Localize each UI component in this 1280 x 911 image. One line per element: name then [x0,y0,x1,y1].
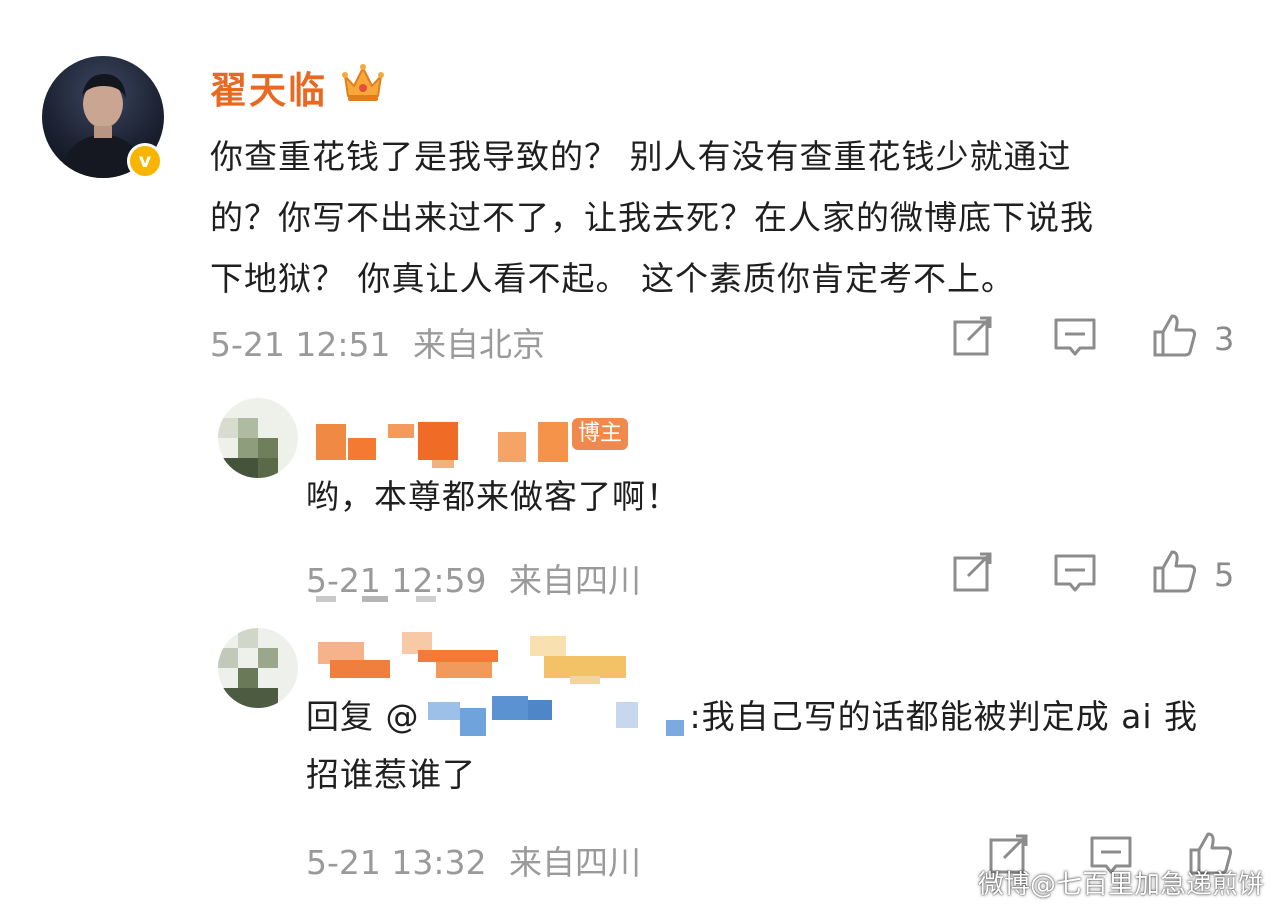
watermark: 微博@七百里加急递煎饼 [977,870,1264,900]
username[interactable]: 翟天临 [210,60,327,114]
reply-meta: 5-21 13:32 来自四川 [306,836,641,884]
comment-source: 来自北京 [413,325,545,364]
comment-meta: 5-21 12:51 来自北京 [210,318,545,366]
reply-line: 招谁惹谁了 [306,755,476,794]
reply-meta: 5-21 12:59 来自四川 [306,554,641,602]
comment-line: 下地狱？ 你真让人看不起。 这个素质你肯定考不上。 [210,259,1015,298]
pixelated-username [316,422,568,468]
like-count: 5 [1214,556,1235,594]
like-icon[interactable] [1152,548,1198,594]
pixelated-avatar [218,398,298,478]
reply-avatar[interactable] [218,628,298,708]
pixelated-strip [316,596,436,602]
like-icon[interactable] [1152,312,1198,358]
pixelated-mention [427,696,684,736]
reply-text: 回复 @ :我自己写的话都能被判定成 ai 我 招谁惹谁了 [306,688,1246,804]
comment-icon[interactable] [1052,314,1098,360]
comment-line: 的？你写不出来过不了，让我去死？在人家的微博底下说我 [210,198,1094,237]
reply-text: 哟，本尊都来做客了啊！ [306,477,680,516]
reply-mention-prefix: 回复 @ [306,697,420,736]
pixelated-username [318,632,626,684]
reply-avatar[interactable] [218,398,298,478]
comment-icon[interactable] [1052,550,1098,596]
reply-mention-suffix: :我自己写的话都能被判定成 ai 我 [689,697,1198,736]
comment-line: 你查重花钱了是我导致的？ 别人有没有查重花钱少就通过 [210,137,1072,176]
pixelated-avatar [218,628,298,708]
like-count: 3 [1214,320,1235,358]
repost-icon[interactable] [950,550,996,596]
crown-icon [342,64,384,101]
repost-icon[interactable] [950,314,996,360]
comment-time: 5-21 12:51 [210,325,391,364]
reply-source: 来自四川 [509,561,641,600]
reply-time: 5-21 12:59 [306,561,487,600]
comment-content: 你查重花钱了是我导致的？ 别人有没有查重花钱少就通过 的？你写不出来过不了，让我… [210,126,1240,309]
reply-source: 来自四川 [509,843,641,882]
reply-line: 回复 @ :我自己写的话都能被判定成 ai 我 [306,688,1246,746]
verified-icon: v [127,143,163,179]
blogger-badge: 博主 [572,418,629,450]
reply-time: 5-21 13:32 [306,843,487,882]
